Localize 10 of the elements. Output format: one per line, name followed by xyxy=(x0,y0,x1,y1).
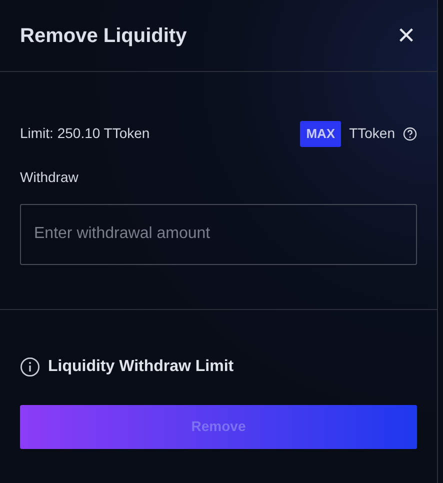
limit-text: Limit: 250.10 TToken xyxy=(20,124,150,144)
help-icon[interactable] xyxy=(403,126,417,141)
dialog-title: Remove Liquidity xyxy=(20,24,187,48)
info-icon xyxy=(20,356,40,376)
withdraw-limit-text: Liquidity Withdraw Limit xyxy=(48,356,234,376)
max-button[interactable]: MAX xyxy=(300,121,342,146)
withdraw-label: Withdraw xyxy=(20,168,80,186)
amount-input-field[interactable]: Enter withdrawal amount xyxy=(20,204,417,264)
token-label: TToken xyxy=(349,124,395,144)
close-button[interactable]: × xyxy=(395,20,417,50)
